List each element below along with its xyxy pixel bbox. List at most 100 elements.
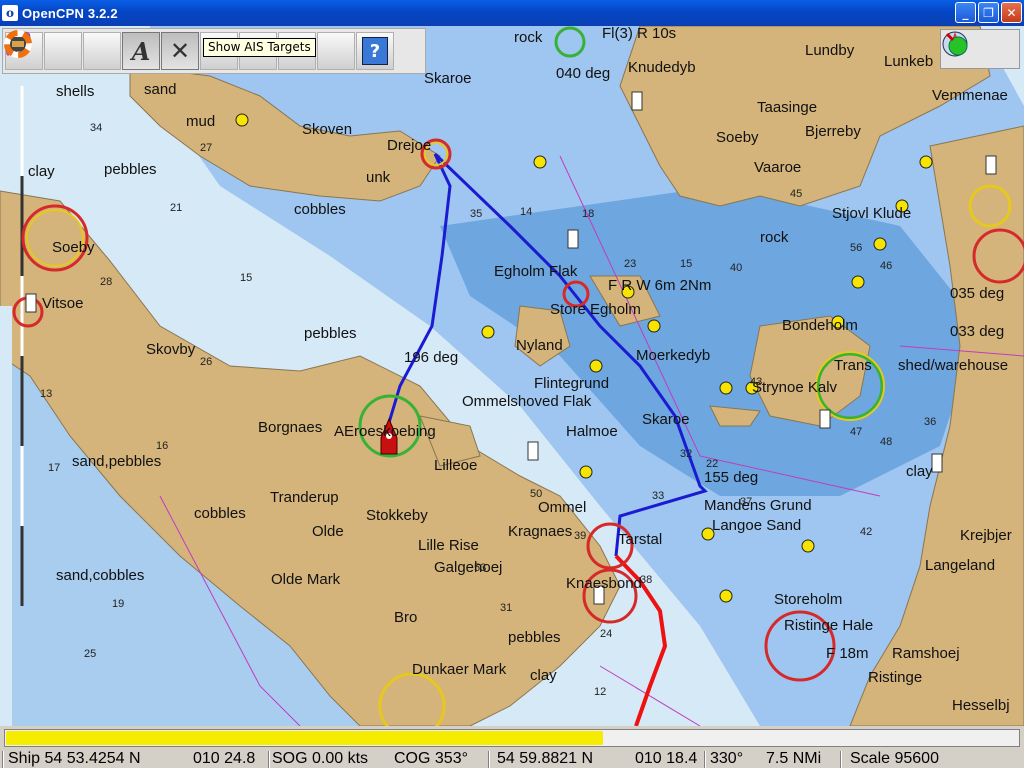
place-label: Halmoe — [566, 423, 618, 440]
light-label: Fl(3) R 10s — [602, 26, 677, 42]
place-label: Hesselbj — [952, 697, 1010, 714]
depth-sounding: 16 — [156, 440, 169, 452]
bearing-label: 155 deg — [704, 469, 759, 486]
depth-sounding: 17 — [48, 462, 61, 474]
place-label: Bjerreby — [805, 123, 861, 140]
status-scale: Scale 95600 — [850, 750, 939, 767]
place-label: Tranderup — [270, 489, 339, 506]
depth-sounding: 40 — [730, 262, 743, 274]
opencpn-app-icon: o — [2, 5, 18, 21]
depth-sounding: 26 — [200, 356, 213, 368]
depth-sounding: 13 — [40, 388, 53, 400]
seabed-label: sand,pebbles — [72, 453, 162, 470]
status-ship-longitude: 010 24.8 — [193, 750, 256, 767]
place-label: Ommel — [538, 499, 587, 516]
place-label: Flintegrund — [534, 375, 610, 392]
place-label: Taasinge — [757, 99, 818, 116]
place-label: Langoe Sand — [712, 517, 802, 534]
window-title: OpenCPN 3.2.2 — [22, 5, 118, 21]
ship-tool-button[interactable] — [6, 32, 82, 70]
status-ship-position: Ship 54 53.4254 N — [8, 750, 141, 767]
settings-tool-button[interactable] — [7, 31, 121, 70]
help-tool-button[interactable]: ? — [356, 32, 394, 70]
place-label: Skaroe — [424, 70, 472, 87]
depth-sounding: 32 — [680, 448, 693, 460]
bearing-label: 040 deg — [556, 65, 611, 82]
depth-sounding: 21 — [170, 202, 183, 214]
mob-tool-button[interactable] — [4, 30, 355, 70]
compass-panel[interactable] — [940, 29, 1020, 69]
place-label: Vemmenae — [932, 87, 1008, 104]
depth-sounding: 43 — [750, 376, 763, 388]
toolbar-tooltip: Show AIS Targets — [203, 38, 316, 57]
place-label: Knudedyb — [628, 59, 696, 76]
place-label: Langeland — [925, 557, 996, 574]
seabed-label: pebbles — [304, 325, 357, 342]
place-label: Olde Mark — [271, 571, 341, 588]
place-label: Borgnaes — [258, 419, 323, 436]
bearing-label: 196 deg — [404, 349, 459, 366]
status-bar: Ship 54 53.4254 N 010 24.8 SOG 0.00 kts … — [0, 750, 1024, 768]
depth-sounding: 46 — [880, 260, 893, 272]
place-label: Bondeholm — [782, 317, 858, 334]
place-label: Lilleoe — [434, 457, 478, 474]
text-tool-button[interactable]: A — [122, 32, 160, 70]
place-label: Vaaroe — [754, 159, 802, 176]
depth-sounding: 34 — [90, 122, 103, 134]
depth-sounding: 18 — [582, 208, 595, 220]
seabed-label: rock — [514, 29, 543, 46]
place-label: Tarstal — [618, 531, 663, 548]
status-cursor-latitude: 54 59.8821 N — [497, 750, 594, 767]
status-separator — [268, 751, 270, 768]
place-label: Skoven — [302, 121, 353, 138]
window-titlebar[interactable]: o OpenCPN 3.2.2 _ ❐ ✕ — [0, 0, 1024, 26]
mob-icon — [4, 30, 32, 58]
place-label: Nyland — [516, 337, 563, 354]
depth-sounding: 45 — [790, 188, 803, 200]
depth-sounding: 56 — [850, 242, 863, 254]
bearing-label: 033 deg — [950, 323, 1005, 340]
place-label: Ommelshoved Flak — [462, 393, 592, 410]
depth-sounding: 47 — [850, 426, 863, 438]
place-label: shed/warehouse — [898, 357, 1009, 374]
chart-progress-fill — [6, 731, 603, 745]
maximize-button[interactable]: ❐ — [978, 2, 999, 23]
depth-sounding: 22 — [706, 458, 719, 470]
place-label: Lunkeb — [884, 53, 934, 70]
depth-sounding: 27 — [200, 142, 213, 154]
place-label: Vitsoe — [42, 295, 84, 312]
ais-tool-button[interactable]: ✕ — [161, 32, 199, 70]
depth-sounding: 28 — [100, 276, 113, 288]
minimize-button[interactable]: _ — [955, 2, 976, 23]
depth-sounding: 24 — [600, 628, 613, 640]
depth-sounding: 25 — [84, 648, 97, 660]
depth-sounding: 39 — [574, 530, 587, 542]
place-label: Kragnaes — [508, 523, 573, 540]
seabed-label: pebbles — [508, 629, 561, 646]
status-cog: COG 353° — [394, 750, 468, 767]
depth-sounding: 36 — [924, 416, 937, 428]
depth-sounding: 38 — [640, 574, 653, 586]
gps-status-icon — [945, 32, 968, 56]
place-label: Bro — [394, 609, 418, 626]
seabed-label: unk — [366, 169, 391, 186]
nautical-chart-canvas[interactable]: Lundby Lunkeb Knudedyb Taasinge Bjerreby… — [0, 26, 1024, 726]
place-label: Dunkaer Mark — [412, 661, 507, 678]
place-label: Mandens Grund — [704, 497, 812, 514]
depth-sounding: 42 — [860, 526, 873, 538]
place-label: Skaroe — [642, 411, 690, 428]
status-separator — [488, 751, 490, 768]
depth-sounding: 33 — [652, 490, 665, 502]
status-separator — [704, 751, 706, 768]
seabed-label: mud — [186, 113, 216, 130]
depth-sounding: 14 — [520, 206, 533, 218]
depth-sounding: 19 — [112, 598, 125, 610]
place-label: Ristinge Hale — [784, 617, 874, 634]
depth-sounding: 15 — [240, 272, 253, 284]
depth-sounding: 12 — [594, 686, 607, 698]
seabed-label: sand,cobbles — [56, 567, 145, 584]
close-button[interactable]: ✕ — [1001, 2, 1022, 23]
seabed-label: cobbles — [194, 505, 246, 522]
place-label: Storeholm — [774, 591, 843, 608]
place-label: Stokkeby — [366, 507, 428, 524]
